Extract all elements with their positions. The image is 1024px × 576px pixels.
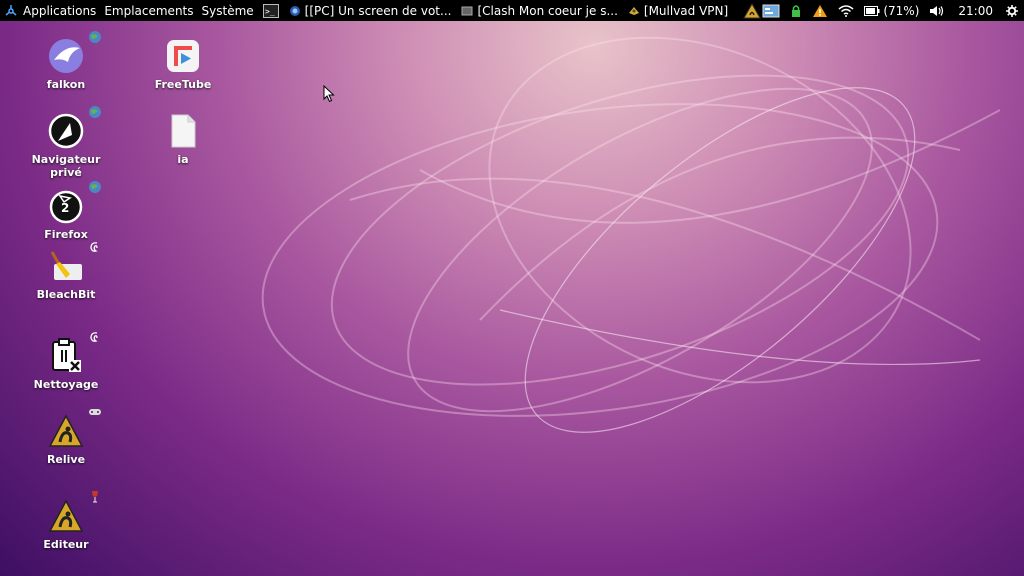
- desktop-icon-firefox[interactable]: 2 Firefox: [16, 181, 116, 241]
- places-menu[interactable]: Emplacements: [100, 0, 197, 21]
- applications-menu[interactable]: Applications: [0, 0, 100, 21]
- battery-icon: [864, 5, 880, 16]
- volume-icon: [930, 5, 944, 16]
- globe-emblem-icon: [89, 181, 101, 193]
- taskbar-vpn-label: [Mullvad VPN]: [643, 3, 729, 18]
- terminal-icon: >_: [262, 3, 279, 18]
- debian-emblem-icon: [90, 332, 98, 342]
- wifi-icon: [838, 4, 854, 17]
- taskbar-terminal[interactable]: >_: [258, 0, 284, 21]
- editor-icon: [48, 499, 84, 532]
- svg-text:2: 2: [61, 201, 69, 215]
- globe-emblem-icon: [89, 106, 101, 118]
- lock-icon: [792, 4, 801, 17]
- desktop-icon-ia[interactable]: ia: [133, 113, 233, 166]
- desktop-icon-label: ia: [177, 153, 189, 166]
- bleachbit-icon: [50, 251, 82, 280]
- taskbar-window[interactable]: [Clash Mon coeur je s...: [456, 0, 622, 21]
- desktop-icon-label: Nettoyage: [33, 378, 99, 391]
- tray-volume[interactable]: [929, 5, 945, 17]
- places-label: Emplacements: [104, 3, 194, 18]
- taskbar-vpn[interactable]: [Mullvad VPN]: [623, 0, 733, 21]
- applications-label: Applications: [23, 3, 97, 18]
- tray-battery[interactable]: (71%): [864, 4, 919, 18]
- desktop-icon-label: Navigateur privé: [31, 153, 101, 179]
- desktop-icon-editeur[interactable]: Editeur: [16, 491, 116, 551]
- top-panel: Applications Emplacements Système >_ [[P…: [0, 0, 1024, 21]
- system-tray: (71%) 21:00: [738, 0, 1024, 21]
- relive-icon: [48, 414, 84, 447]
- desktop-icon-bleachbit[interactable]: BleachBit: [16, 242, 116, 301]
- debian-emblem-icon: [90, 242, 98, 252]
- tray-wifi[interactable]: [838, 4, 854, 17]
- cleanup-icon: [52, 338, 81, 372]
- warning-triangle-icon: [743, 2, 762, 18]
- gamepad-emblem-icon: [89, 409, 101, 415]
- gear-icon: [1006, 4, 1018, 17]
- desktop-icon-relive[interactable]: Relive: [16, 409, 116, 466]
- desktop-icon-label: FreeTube: [154, 78, 212, 91]
- network-panel-icon: [762, 4, 780, 17]
- desktop-icon-private-browser[interactable]: Navigateur privé: [16, 106, 116, 179]
- taskbar-window-label: [Clash Mon coeur je s...: [477, 3, 618, 18]
- window-icon: [461, 6, 473, 15]
- browser-icon: [289, 5, 300, 16]
- desktop-icon-falkon[interactable]: falkon: [16, 31, 116, 91]
- alert-icon: [813, 4, 828, 17]
- taskbar-browser-label: [[PC] Un screen de vot...: [304, 3, 452, 18]
- tray-relive[interactable]: [743, 2, 780, 19]
- desktop-icon-label: Relive: [46, 453, 86, 466]
- vpn-icon: [628, 6, 639, 15]
- desktop-icon-label: Editeur: [43, 538, 89, 551]
- tray-alert[interactable]: [812, 4, 828, 18]
- freetube-icon: [167, 40, 199, 72]
- private-browser-icon: [48, 113, 84, 149]
- system-menu[interactable]: Système: [198, 0, 258, 21]
- battery-percent: (71%): [883, 3, 920, 18]
- system-label: Système: [201, 3, 254, 18]
- clock-label: 21:00: [958, 3, 993, 18]
- svg-text:>_: >_: [265, 7, 275, 16]
- debian-logo-icon: [5, 4, 17, 16]
- tray-settings[interactable]: [1006, 4, 1018, 17]
- desktop-icon-label: BleachBit: [36, 288, 96, 301]
- desktop-icon-label: falkon: [46, 78, 86, 91]
- mouse-cursor-icon: [323, 85, 335, 103]
- file-icon: [171, 114, 196, 148]
- globe-emblem-icon: [89, 31, 101, 43]
- taskbar-browser[interactable]: [[PC] Un screen de vot...: [284, 0, 457, 21]
- firefox-icon: 2: [49, 190, 83, 224]
- tray-lock[interactable]: [790, 4, 802, 18]
- wine-emblem-icon: [92, 491, 98, 503]
- desktop-icon-freetube[interactable]: FreeTube: [133, 38, 233, 91]
- tray-clock[interactable]: 21:00: [958, 4, 993, 18]
- desktop-icon-nettoyage[interactable]: Nettoyage: [16, 332, 116, 391]
- falkon-icon: [49, 39, 83, 73]
